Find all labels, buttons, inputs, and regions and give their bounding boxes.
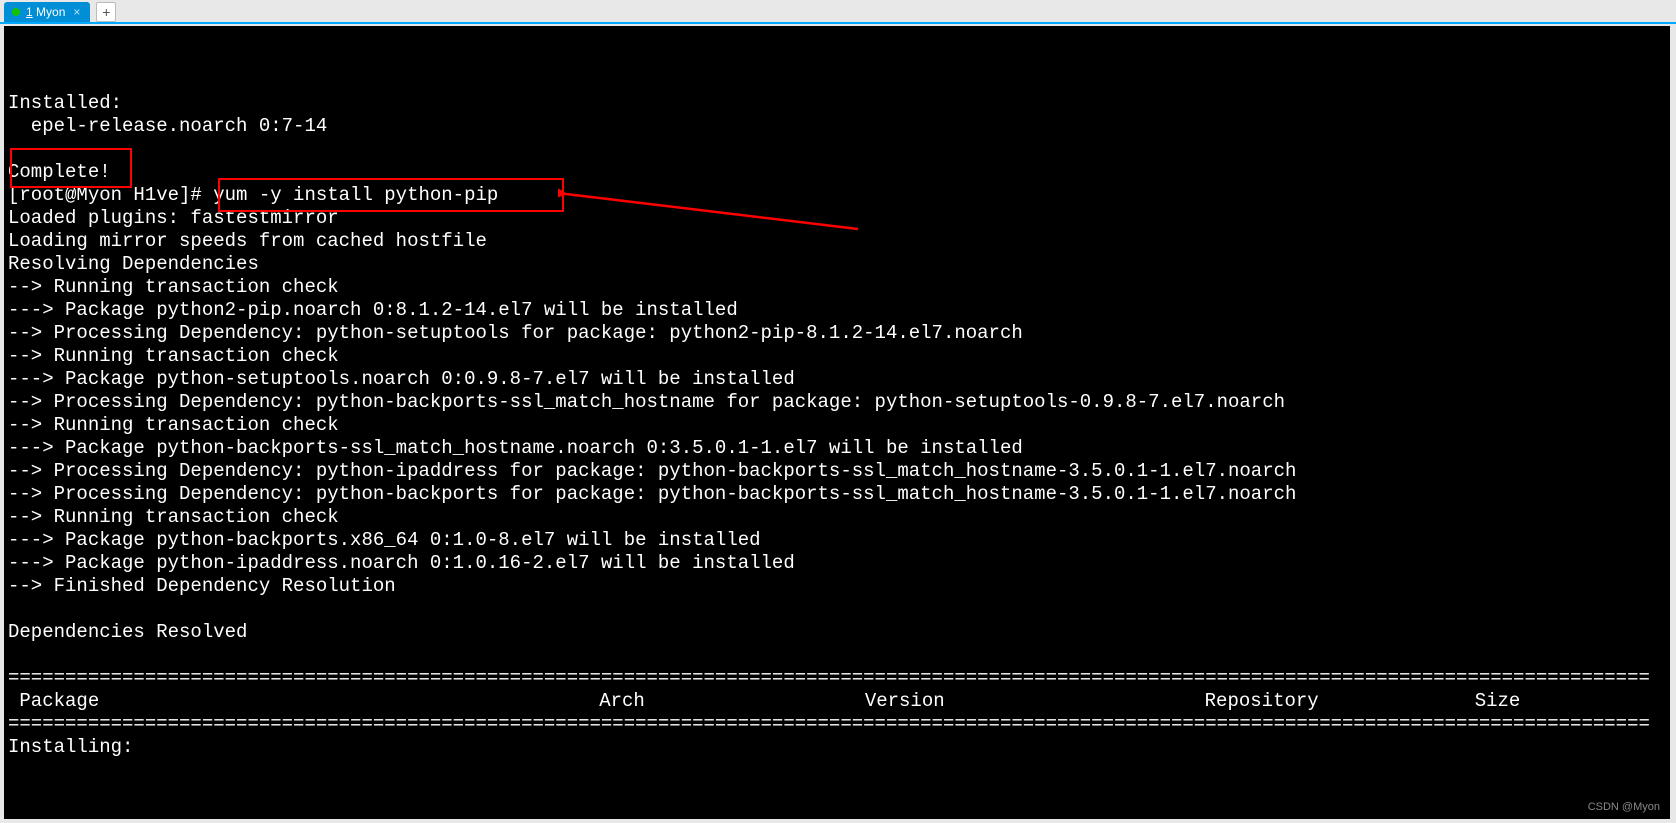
output-line: --> Processing Dependency: python-backpo… <box>8 391 1285 413</box>
output-line: --> Processing Dependency: python-backpo… <box>8 483 1296 505</box>
output-line: Complete! <box>8 161 111 183</box>
status-dot-icon <box>12 8 20 16</box>
output-line: --> Processing Dependency: python-setupt… <box>8 322 1023 344</box>
output-line: --> Running transaction check <box>8 345 339 367</box>
column-header-arch: Arch <box>599 690 645 713</box>
output-line: ---> Package python-backports-ssl_match_… <box>8 437 1023 459</box>
column-header-size: Size <box>1475 690 1521 713</box>
output-line: --> Running transaction check <box>8 276 339 298</box>
output-line: ---> Package python-ipaddress.noarch 0:1… <box>8 552 795 574</box>
column-header-package: Package <box>8 690 99 712</box>
installing-line: Installing: <box>8 736 133 758</box>
prompt-line: [root@Myon H1ve]# yum -y install python-… <box>8 184 498 206</box>
tab-bar: 1 Myon × + <box>0 0 1676 22</box>
output-line: ---> Package python2-pip.noarch 0:8.1.2-… <box>8 299 738 321</box>
close-icon[interactable]: × <box>71 2 82 22</box>
output-line: Dependencies Resolved <box>8 621 247 643</box>
tab-number: 1 Myon <box>26 2 65 22</box>
output-line: ---> Package python-setuptools.noarch 0:… <box>8 368 795 390</box>
terminal-window: 1 Myon × + Installed: epel-release.noarc… <box>0 0 1676 823</box>
rule-line: ========================================… <box>8 667 1650 689</box>
output-line: --> Running transaction check <box>8 506 339 528</box>
output-line: Resolving Dependencies <box>8 253 259 275</box>
add-tab-button[interactable]: + <box>96 2 116 22</box>
rule-line: ========================================… <box>8 713 1650 735</box>
output-line: --> Running transaction check <box>8 414 339 436</box>
tab-title: Myon <box>36 5 65 19</box>
terminal-tab[interactable]: 1 Myon × <box>4 2 90 22</box>
terminal-output: Installed: epel-release.noarch 0:7-14 Co… <box>8 46 1666 782</box>
output-line: epel-release.noarch 0:7-14 <box>8 115 327 137</box>
output-line: Loading mirror speeds from cached hostfi… <box>8 230 487 252</box>
output-line: ---> Package python-backports.x86_64 0:1… <box>8 529 761 551</box>
output-line: --> Finished Dependency Resolution <box>8 575 396 597</box>
output-line: --> Processing Dependency: python-ipaddr… <box>8 460 1296 482</box>
output-line: Installed: <box>8 92 122 114</box>
output-line: Loaded plugins: fastestmirror <box>8 207 339 229</box>
tab-separator <box>0 22 1676 24</box>
column-header-version: Version <box>865 690 945 713</box>
watermark-text: CSDN @Myon⁣ <box>1588 801 1660 813</box>
column-header-repository: Repository <box>1205 690 1319 713</box>
terminal-area[interactable]: Installed: epel-release.noarch 0:7-14 Co… <box>4 26 1670 819</box>
